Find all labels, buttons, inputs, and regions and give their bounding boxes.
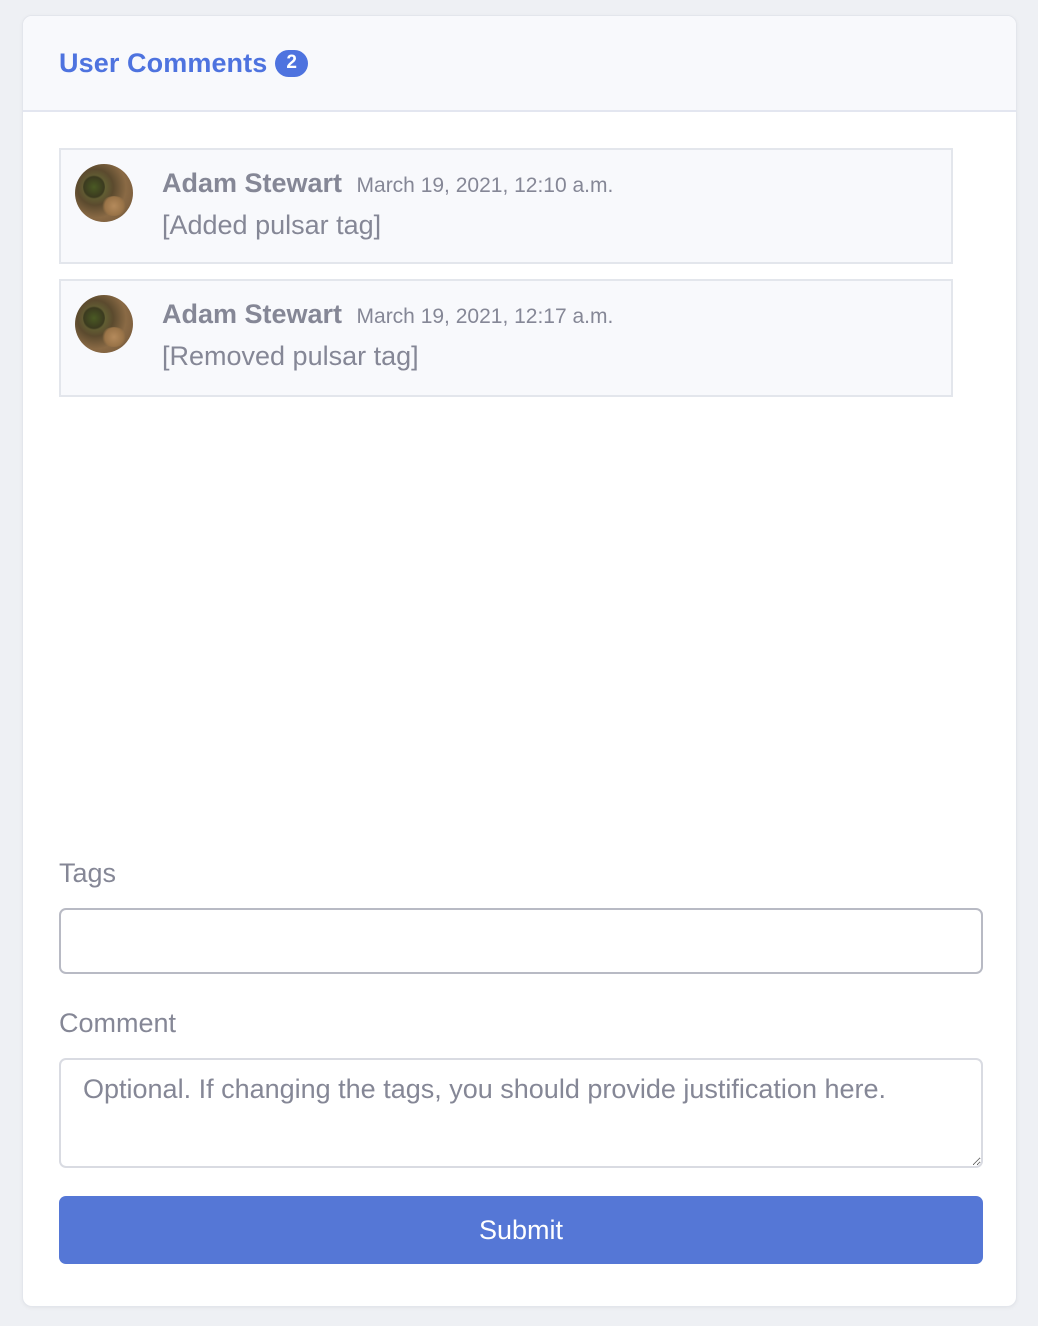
comment-timestamp: March 19, 2021, 12:17 a.m. bbox=[356, 305, 614, 328]
comment-list: Adam Stewart March 19, 2021, 12:10 a.m. … bbox=[59, 148, 953, 412]
tags-input[interactable] bbox=[59, 908, 983, 974]
comment-header: Adam Stewart March 19, 2021, 12:10 a.m. bbox=[162, 168, 613, 199]
avatar bbox=[75, 164, 133, 222]
comment-text: [Removed pulsar tag] bbox=[162, 341, 419, 371]
comments-card: User Comments 2 Adam Stewart March 19, 2… bbox=[22, 15, 1017, 1307]
comment-timestamp: March 19, 2021, 12:10 a.m. bbox=[356, 174, 614, 197]
tags-label: Tags bbox=[59, 858, 117, 888]
comment-author: Adam Stewart bbox=[162, 299, 343, 329]
card-header: User Comments 2 bbox=[23, 16, 1016, 112]
comment-textarea[interactable] bbox=[59, 1058, 983, 1168]
comment-count-badge: 2 bbox=[275, 49, 308, 77]
card-title: User Comments bbox=[59, 47, 268, 78]
comment-item: Adam Stewart March 19, 2021, 12:17 a.m. … bbox=[59, 279, 953, 397]
comment-label: Comment bbox=[59, 1008, 177, 1038]
avatar bbox=[75, 295, 133, 353]
comment-author: Adam Stewart bbox=[162, 168, 343, 198]
comment-text: [Added pulsar tag] bbox=[162, 210, 382, 240]
comment-header: Adam Stewart March 19, 2021, 12:17 a.m. bbox=[162, 299, 613, 330]
submit-button[interactable]: Submit bbox=[59, 1196, 983, 1264]
comment-form: Tags Comment Submit bbox=[59, 856, 983, 1264]
comment-item: Adam Stewart March 19, 2021, 12:10 a.m. … bbox=[59, 148, 953, 264]
